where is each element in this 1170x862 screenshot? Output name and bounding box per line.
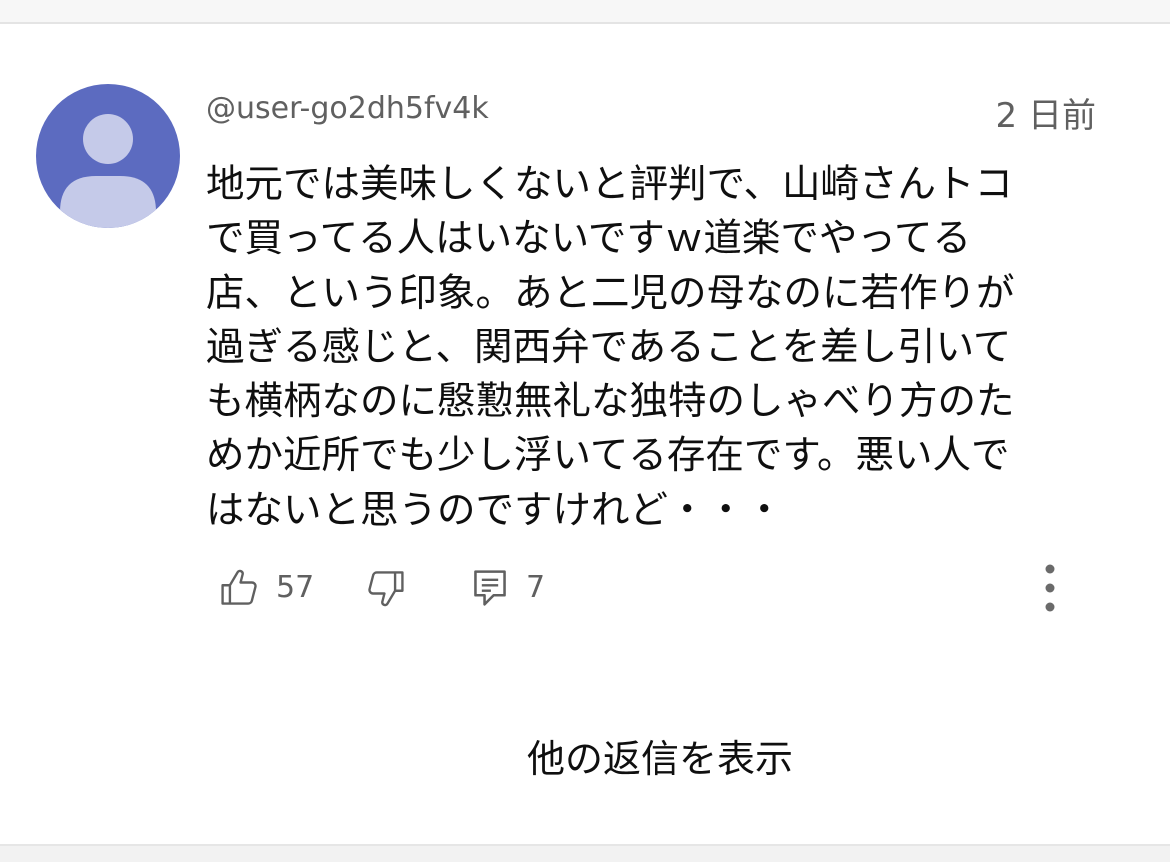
reply-count: 7 (526, 570, 546, 605)
comment-text: 地元では美味しくないと評判で、山崎さんトコ で買ってる人はいないですｗ道楽でやっ… (206, 162, 1015, 533)
show-more-replies-button[interactable]: 他の返信を表示 (0, 733, 1170, 785)
reply-button[interactable]: 7 (470, 566, 545, 610)
thumb-up-icon (221, 569, 257, 605)
bottom-divider (0, 844, 1170, 862)
comment-reply-icon (474, 570, 506, 606)
like-button[interactable]: 57 (218, 566, 314, 610)
dislike-button[interactable] (363, 566, 407, 610)
top-divider (0, 0, 1170, 24)
like-count: 57 (276, 570, 315, 605)
thumb-down-icon (368, 571, 404, 607)
more-options-button[interactable] (1036, 562, 1064, 616)
comment-timestamp: 2 日前 (995, 96, 1096, 136)
more-vertical-icon (1045, 564, 1055, 612)
default-user-avatar-icon (60, 114, 156, 228)
comment-author[interactable]: @user-go2dh5fv4k (206, 90, 489, 128)
author-avatar[interactable] (36, 84, 180, 228)
